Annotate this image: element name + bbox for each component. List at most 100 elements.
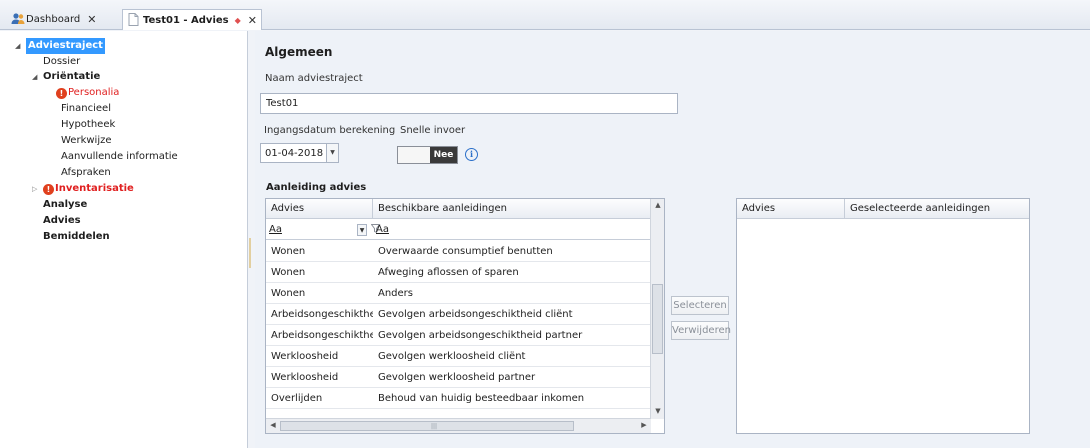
table-row[interactable]: Werkloosheid Gevolgen werkloosheid cliën… (266, 346, 651, 367)
tree-item-orientatie[interactable]: ◢ Oriëntatie (32, 69, 101, 85)
cell-advies: Wonen (271, 246, 306, 257)
scroll-grip-icon: ||| (431, 423, 438, 430)
selected-reasons-grid: Advies Geselecteerde aanleidingen (736, 198, 1030, 434)
vertical-scrollbar[interactable]: ▲ ▼ (650, 199, 664, 419)
document-icon (128, 13, 139, 29)
tab-dashboard-label: Dashboard (26, 14, 81, 25)
available-reasons-grid: Advies Beschikbare aanleidingen Aa ▼ Aa … (265, 198, 665, 434)
splitter-grip[interactable] (249, 238, 251, 268)
expand-arrow-icon[interactable]: ▷ (32, 181, 37, 197)
date-picker[interactable]: 01-04-2018 ▼ (260, 143, 339, 163)
cell-reason: Gevolgen arbeidsongeschiktheid partner (378, 330, 583, 341)
tab-test01-advies[interactable]: Test01 - Advies ◆ ✕ (122, 9, 262, 30)
unsaved-indicator-icon: ◆ (234, 15, 241, 25)
tree-item-label: Adviestraject (26, 38, 105, 54)
date-value: 01-04-2018 (265, 147, 324, 159)
cell-advies: Overlijden (271, 393, 323, 404)
name-label: Naam adviestraject (265, 73, 363, 84)
collapse-arrow-icon[interactable]: ◢ (15, 38, 20, 54)
tree-item-label: Afspraken (61, 167, 111, 178)
cell-advies: Arbeidsongeschikthei (271, 330, 373, 341)
tree-item-label: Advies (43, 215, 81, 226)
tree-item-label: Werkwijze (61, 135, 112, 146)
main-panel: Algemeen Naam adviestraject Ingangsdatum… (255, 31, 1090, 448)
cell-reason: Behoud van huidig besteedbaar inkomen (378, 393, 585, 404)
tree-item-hypotheek[interactable]: Hypotheek (61, 117, 115, 133)
scroll-right-arrow-icon[interactable]: ▶ (637, 421, 651, 429)
close-icon[interactable]: ✕ (248, 14, 257, 27)
tree-item-label: Bemiddelen (43, 231, 110, 242)
table-row[interactable]: Wonen Anders (266, 283, 651, 304)
table-row[interactable]: Overlijden Behoud van huidig besteedbaar… (266, 388, 651, 409)
tree-item-advies[interactable]: Advies (43, 213, 81, 229)
warning-icon: ! (56, 87, 67, 99)
tree-item-label: Dossier (43, 56, 81, 67)
tree-item-werkwijze[interactable]: Werkwijze (61, 133, 112, 149)
collapse-arrow-icon[interactable]: ◢ (32, 69, 37, 85)
filter-available-input[interactable]: Aa (373, 220, 389, 240)
select-button[interactable]: Selecteren (671, 296, 729, 315)
cell-reason: Anders (378, 288, 413, 299)
filter-advies-input[interactable]: Aa (266, 220, 282, 240)
filter-dropdown-icon[interactable]: ▼ (357, 224, 367, 236)
tab-dashboard[interactable]: Dashboard ✕ (6, 9, 121, 30)
table-row[interactable]: Wonen Afweging aflossen of sparen (266, 262, 651, 283)
tree-item-label: Inventarisatie (55, 183, 134, 194)
cell-reason: Overwaarde consumptief benutten (378, 246, 553, 257)
cell-reason: Afweging aflossen of sparen (378, 267, 519, 278)
tree-item-aanvullende-informatie[interactable]: Aanvullende informatie (61, 149, 178, 165)
tree-item-dossier[interactable]: Dossier (43, 54, 80, 70)
cell-reason: Gevolgen arbeidsongeschiktheid cliënt (378, 309, 573, 320)
tree-item-analyse[interactable]: Analyse (43, 197, 87, 213)
tree-item-label: Financieel (61, 103, 111, 114)
cell-advies: Werkloosheid (271, 351, 339, 362)
tree-item-afspraken[interactable]: Afspraken (61, 165, 111, 181)
scroll-up-arrow-icon[interactable]: ▲ (651, 201, 664, 209)
table-row[interactable]: Werkloosheid Gevolgen werkloosheid partn… (266, 367, 651, 388)
filter-row: Aa ▼ Aa (266, 220, 651, 240)
tree-item-adviestraject[interactable]: ◢ Adviestraject (15, 38, 105, 54)
people-icon (11, 12, 25, 28)
quick-entry-toggle[interactable]: Nee (397, 146, 458, 164)
section-title: Algemeen (265, 45, 333, 59)
table-row[interactable]: Wonen Overwaarde consumptief benutten (266, 241, 651, 262)
cell-advies: Wonen (271, 267, 306, 278)
tree-item-label: Hypotheek (61, 119, 116, 130)
reasons-title: Aanleiding advies (266, 182, 367, 193)
grid-header: Advies Beschikbare aanleidingen (266, 199, 651, 219)
table-row[interactable]: Arbeidsongeschikthei Gevolgen arbeidsong… (266, 325, 651, 346)
tree-item-bemiddelen[interactable]: Bemiddelen (43, 229, 110, 245)
cell-advies: Werkloosheid (271, 372, 339, 383)
column-header-available[interactable]: Beschikbare aanleidingen (373, 199, 651, 219)
scroll-left-arrow-icon[interactable]: ◀ (266, 421, 280, 429)
table-row[interactable]: Arbeidsongeschikthei Gevolgen arbeidsong… (266, 304, 651, 325)
grid-header: Advies Geselecteerde aanleidingen (737, 199, 1029, 219)
quick-entry-label: Snelle invoer (400, 125, 466, 136)
tree-item-label: Personalia (68, 87, 120, 98)
column-header-selected[interactable]: Geselecteerde aanleidingen (845, 199, 1029, 219)
horizontal-scroll-thumb[interactable]: ||| (280, 421, 574, 431)
toggle-value: Nee (430, 147, 457, 163)
scroll-down-arrow-icon[interactable]: ▼ (651, 407, 664, 415)
tab-test01-label: Test01 - Advies (143, 14, 229, 26)
cell-reason: Gevolgen werkloosheid partner (378, 372, 536, 383)
tab-bar: Dashboard ✕ Test01 - Advies ◆ ✕ (0, 0, 1090, 30)
tree-item-financieel[interactable]: Financieel (61, 101, 111, 117)
vertical-scroll-thumb[interactable] (652, 284, 663, 354)
horizontal-scrollbar[interactable]: ◀ ||| ▶ (266, 418, 651, 433)
column-header-advies[interactable]: Advies (737, 199, 845, 219)
warning-icon: ! (43, 183, 54, 195)
cell-reason: Gevolgen werkloosheid cliënt (378, 351, 526, 362)
date-label: Ingangsdatum berekening (264, 125, 396, 136)
tree-item-label: Oriëntatie (43, 71, 101, 82)
tree-item-inventarisatie[interactable]: ▷ ! Inventarisatie (32, 181, 134, 197)
info-icon[interactable]: i (465, 148, 478, 161)
column-header-advies[interactable]: Advies (266, 199, 373, 219)
remove-button[interactable]: Verwijderen (671, 321, 731, 340)
dropdown-arrow-icon[interactable]: ▼ (326, 144, 338, 162)
close-icon[interactable]: ✕ (87, 13, 96, 26)
navigation-tree: ◢ Adviestraject Dossier ◢ Oriëntatie ! P… (0, 31, 248, 448)
tree-item-personalia[interactable]: ! Personalia (56, 85, 119, 101)
name-input[interactable] (260, 93, 678, 114)
tree-item-label: Aanvullende informatie (61, 151, 178, 162)
